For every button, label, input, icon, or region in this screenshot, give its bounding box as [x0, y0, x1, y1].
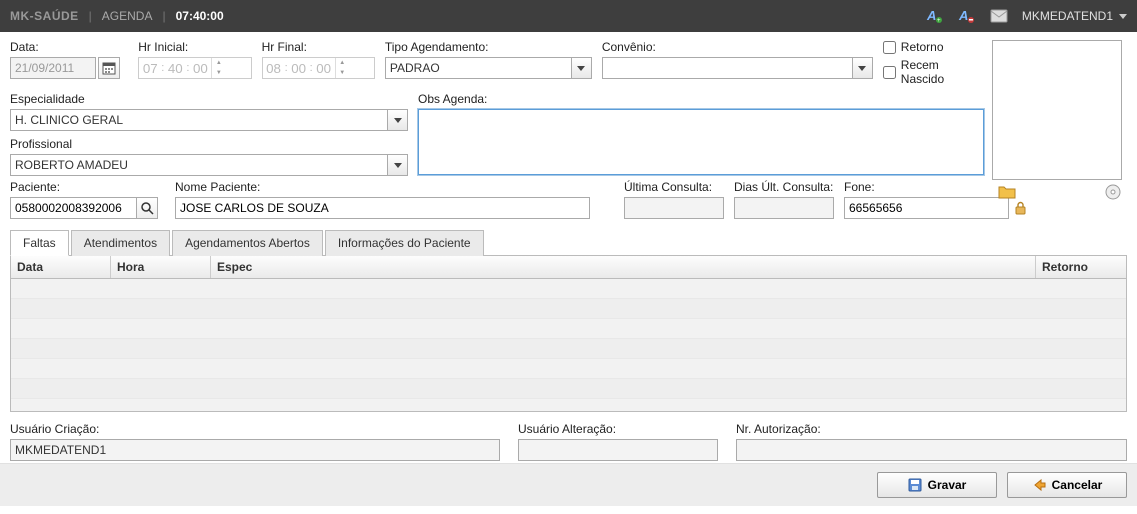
- cancelar-button[interactable]: Cancelar: [1007, 472, 1127, 498]
- grid-body: [11, 279, 1126, 399]
- label-paciente: Paciente:: [10, 180, 165, 194]
- chevron-down-icon[interactable]: [387, 110, 407, 130]
- recem-nascido-checkbox-input[interactable]: [883, 66, 896, 79]
- label-usuario-criacao: Usuário Criação:: [10, 422, 500, 436]
- hr-final-spinner[interactable]: : : ▲▼: [262, 57, 375, 79]
- retorno-checkbox[interactable]: Retorno: [883, 40, 984, 54]
- tipo-agendamento-select[interactable]: PADRAO: [385, 57, 592, 79]
- svg-text:A: A: [926, 8, 936, 23]
- app-brand: MK-SAÚDE: [10, 9, 79, 23]
- table-row: [11, 279, 1126, 299]
- fone-input[interactable]: [844, 197, 1009, 219]
- search-icon[interactable]: [136, 197, 158, 219]
- tipo-agendamento-value: PADRAO: [390, 61, 440, 75]
- chevron-down-icon[interactable]: [852, 58, 872, 78]
- action-a-plus-icon[interactable]: A+: [926, 7, 944, 25]
- especialidade-value: H. CLINICO GERAL: [15, 113, 123, 127]
- col-data[interactable]: Data: [11, 256, 111, 278]
- label-dias-ult-consulta: Dias Últ. Consulta:: [734, 180, 834, 194]
- obs-agenda-textarea[interactable]: [418, 109, 984, 175]
- user-menu[interactable]: MKMEDATEND1: [1022, 9, 1127, 23]
- spin-up-icon[interactable]: ▲: [212, 58, 225, 68]
- hr-final-m[interactable]: [288, 58, 310, 78]
- paciente-input[interactable]: [10, 197, 136, 219]
- table-row: [11, 339, 1126, 359]
- convenio-select[interactable]: [602, 57, 873, 79]
- tab-faltas[interactable]: Faltas: [10, 230, 69, 256]
- tab-informacoes-paciente[interactable]: Informações do Paciente: [325, 230, 484, 256]
- col-hora[interactable]: Hora: [111, 256, 211, 278]
- tabs: Faltas Atendimentos Agendamentos Abertos…: [10, 229, 1127, 256]
- especialidade-select[interactable]: H. CLINICO GERAL: [10, 109, 408, 131]
- topbar: MK-SAÚDE | AGENDA | 07:40:00 A+ A MKMEDA…: [0, 0, 1137, 32]
- grid: Data Hora Espec Retorno: [10, 256, 1127, 412]
- label-obs-agenda: Obs Agenda:: [418, 92, 984, 106]
- usuario-criacao-input: [10, 439, 500, 461]
- mail-icon[interactable]: [990, 7, 1008, 25]
- action-bar: Gravar Cancelar: [0, 463, 1137, 506]
- label-nr-autorizacao: Nr. Autorização:: [736, 422, 1127, 436]
- profissional-select[interactable]: ROBERTO AMADEU: [10, 154, 408, 176]
- spin-down-icon[interactable]: ▼: [212, 68, 225, 78]
- table-row: [11, 379, 1126, 399]
- hr-inicial-h[interactable]: [139, 58, 161, 78]
- svg-text:A: A: [958, 8, 968, 23]
- chevron-down-icon[interactable]: [571, 58, 591, 78]
- label-usuario-alteracao: Usuário Alteração:: [518, 422, 718, 436]
- chevron-down-icon[interactable]: [387, 155, 407, 175]
- calendar-icon[interactable]: [98, 57, 120, 79]
- label-especialidade: Especialidade: [10, 92, 408, 106]
- recem-nascido-checkbox[interactable]: Recem Nascido: [883, 58, 984, 86]
- clock: 07:40:00: [176, 9, 224, 23]
- col-retorno[interactable]: Retorno: [1036, 256, 1126, 278]
- retorno-label: Retorno: [901, 40, 944, 54]
- separator: |: [162, 9, 165, 23]
- action-a-minus-icon[interactable]: A: [958, 7, 976, 25]
- folder-icon[interactable]: [998, 184, 1016, 203]
- hr-final-h[interactable]: [263, 58, 285, 78]
- label-fone: Fone:: [844, 180, 984, 194]
- profissional-value: ROBERTO AMADEU: [15, 158, 128, 172]
- label-data: Data:: [10, 40, 128, 54]
- ultima-consulta-input: [624, 197, 724, 219]
- nr-autorizacao-input: [736, 439, 1127, 461]
- table-row: [11, 359, 1126, 379]
- table-row: [11, 319, 1126, 339]
- label-hr-inicial: Hr Inicial:: [138, 40, 251, 54]
- usuario-alteracao-input: [518, 439, 718, 461]
- nome-paciente-input[interactable]: [175, 197, 590, 219]
- photo-placeholder: [992, 40, 1122, 180]
- spin-down-icon[interactable]: ▼: [336, 68, 349, 78]
- tab-agendamentos-abertos[interactable]: Agendamentos Abertos: [172, 230, 323, 256]
- label-ultima-consulta: Última Consulta:: [624, 180, 724, 194]
- data-input[interactable]: [10, 57, 96, 79]
- label-hr-final: Hr Final:: [262, 40, 375, 54]
- retorno-checkbox-input[interactable]: [883, 41, 896, 54]
- module-name: AGENDA: [102, 9, 153, 23]
- col-espec[interactable]: Espec: [211, 256, 1036, 278]
- separator: |: [89, 9, 92, 23]
- recem-nascido-label: Recem Nascido: [901, 58, 984, 86]
- gravar-label: Gravar: [928, 478, 967, 492]
- label-profissional: Profissional: [10, 137, 408, 151]
- chevron-down-icon: [1119, 14, 1127, 19]
- hr-inicial-m[interactable]: [164, 58, 186, 78]
- hr-final-s[interactable]: [313, 58, 335, 78]
- label-nome-paciente: Nome Paciente:: [175, 180, 590, 194]
- hr-inicial-s[interactable]: [189, 58, 211, 78]
- gravar-button[interactable]: Gravar: [877, 472, 997, 498]
- spin-up-icon[interactable]: ▲: [336, 58, 349, 68]
- user-label: MKMEDATEND1: [1022, 9, 1113, 23]
- label-convenio: Convênio:: [602, 40, 873, 54]
- hr-inicial-spinner[interactable]: : : ▲▼: [138, 57, 251, 79]
- disc-icon[interactable]: [1105, 184, 1121, 203]
- tab-atendimentos[interactable]: Atendimentos: [71, 230, 170, 256]
- dias-ult-consulta-input: [734, 197, 834, 219]
- label-tipo-agendamento: Tipo Agendamento:: [385, 40, 592, 54]
- cancelar-label: Cancelar: [1052, 478, 1103, 492]
- table-row: [11, 299, 1126, 319]
- svg-text:+: +: [937, 18, 941, 24]
